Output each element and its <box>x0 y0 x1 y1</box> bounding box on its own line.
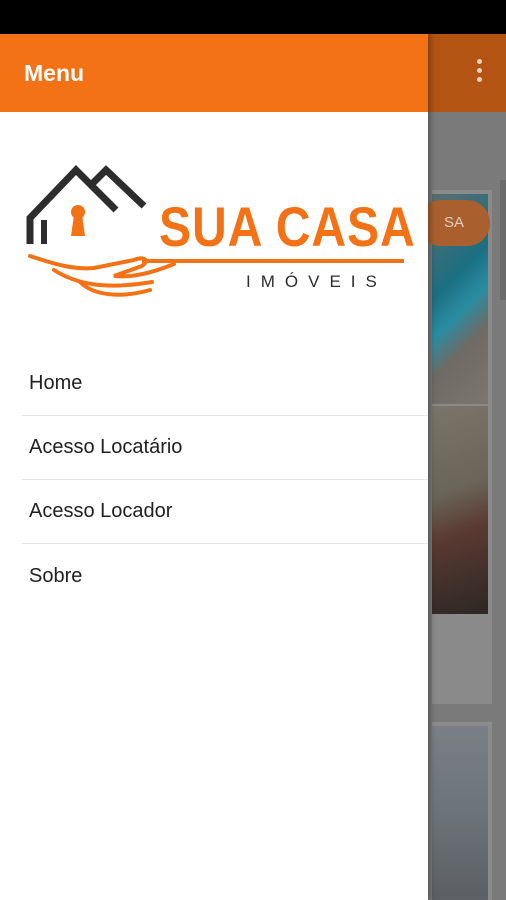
menu-item-acesso-locador[interactable]: Acesso Locador <box>22 480 428 544</box>
logo-title: SUA CASA <box>159 195 416 258</box>
background-pill-button[interactable]: SA <box>418 200 490 246</box>
drawer-menu: Home Acesso Locatário Acesso Locador Sob… <box>22 352 428 608</box>
property-photo <box>432 726 488 900</box>
property-photo <box>432 406 488 614</box>
sua-casa-logo: SUA CASA IMÓVEIS <box>24 160 415 302</box>
logo-subtitle: IMÓVEIS <box>246 272 387 291</box>
menu-item-home[interactable]: Home <box>22 352 428 416</box>
menu-item-sobre[interactable]: Sobre <box>22 544 428 608</box>
status-bar <box>0 0 506 34</box>
menu-item-acesso-locatario[interactable]: Acesso Locatário <box>22 416 428 480</box>
scroll-indicator <box>500 180 506 300</box>
drawer-title: Menu <box>24 60 85 86</box>
navigation-drawer: Menu SUA CASA IMÓVEIS Home Acesso Locatá… <box>0 34 428 900</box>
more-vert-icon[interactable] <box>474 56 484 90</box>
drawer-header: Menu <box>0 34 428 112</box>
